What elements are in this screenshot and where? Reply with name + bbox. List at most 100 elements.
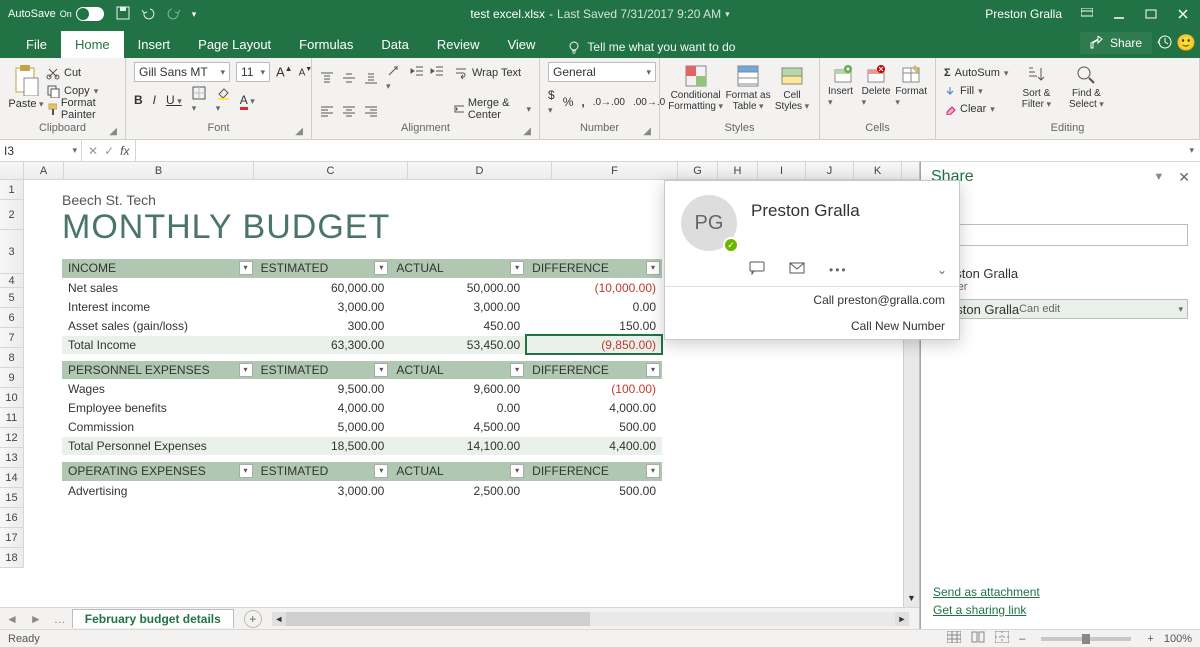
tab-page-layout[interactable]: Page Layout (184, 31, 285, 58)
column-header-J[interactable]: J (806, 162, 854, 179)
increase-indent-icon[interactable] (430, 64, 444, 78)
close-icon[interactable] (1176, 7, 1190, 21)
cut-button[interactable]: Cut (46, 64, 117, 82)
tell-me-search[interactable]: Tell me what you want to do (561, 36, 741, 58)
chat-icon[interactable] (749, 261, 765, 278)
row-header-9[interactable]: 9 (0, 368, 24, 388)
align-center-icon[interactable] (342, 104, 356, 118)
table-row[interactable]: Wages9,500.009,600.00(100.00) (62, 380, 662, 399)
number-format-select[interactable]: General (548, 62, 656, 82)
row-headers[interactable]: 123456789101112131415161718 (0, 180, 24, 568)
autosave-switch-icon[interactable] (76, 7, 104, 21)
filter-button-icon[interactable]: ▾ (510, 363, 524, 377)
tab-data[interactable]: Data (367, 31, 422, 58)
tab-insert[interactable]: Insert (124, 31, 185, 58)
sheet-tab-active[interactable]: February budget details (72, 609, 234, 628)
paste-button[interactable]: Paste (8, 62, 44, 110)
format-cells-button[interactable]: Format (895, 62, 927, 108)
share-person[interactable]: Preston GrallaCan edit (933, 299, 1188, 319)
cancel-formula-icon[interactable]: ✕ (88, 144, 98, 158)
align-top-icon[interactable] (320, 71, 334, 85)
share-link-send-as-attachment[interactable]: Send as attachment (933, 585, 1188, 599)
more-actions-icon[interactable]: ••• (829, 263, 848, 277)
redo-icon[interactable] (166, 6, 182, 23)
table-row[interactable]: Interest income3,000.003,000.000.00 (62, 297, 662, 316)
delete-cells-button[interactable]: Delete (862, 62, 892, 108)
column-header[interactable]: DIFFERENCE▾ (526, 462, 662, 481)
autosum-button[interactable]: ΣAutoSum (944, 64, 1008, 82)
column-header[interactable]: ESTIMATED▾ (255, 259, 391, 278)
history-icon[interactable] (1156, 34, 1172, 53)
horizontal-scrollbar[interactable]: ◄ ► (272, 612, 909, 626)
row-header-16[interactable]: 16 (0, 508, 24, 528)
comma-format-icon[interactable]: , (581, 95, 584, 109)
sheet-nav-more-icon[interactable]: … (48, 612, 72, 626)
row-header-3[interactable]: 3 (0, 230, 24, 274)
row-header-8[interactable]: 8 (0, 348, 24, 368)
zoom-in-icon[interactable]: + (1147, 633, 1153, 645)
sheet-nav-prev-icon[interactable]: ◄ (0, 612, 24, 626)
share-pane-caret-icon[interactable]: ▼ (1153, 171, 1164, 183)
filter-button-icon[interactable]: ▾ (374, 261, 388, 275)
invite-people-input[interactable] (933, 224, 1188, 246)
sheet-nav-next-icon[interactable]: ► (24, 612, 48, 626)
tab-home[interactable]: Home (61, 31, 124, 58)
new-sheet-button[interactable]: + (244, 610, 262, 628)
column-header[interactable]: ESTIMATED▾ (255, 361, 391, 380)
filter-button-icon[interactable]: ▾ (374, 363, 388, 377)
borders-button[interactable] (192, 86, 206, 114)
tab-view[interactable]: View (493, 31, 549, 58)
fx-icon[interactable]: fx (120, 144, 129, 158)
font-family-select[interactable]: Gill Sans MT (134, 62, 230, 82)
row-header-10[interactable]: 10 (0, 388, 24, 408)
column-header-H[interactable]: H (718, 162, 758, 179)
increase-decimal-icon[interactable]: .0→.00 (593, 97, 625, 108)
column-header[interactable]: DIFFERENCE▾ (526, 259, 662, 278)
row-header-2[interactable]: 2 (0, 200, 24, 230)
alignment-launcher-icon[interactable]: ◢ (523, 126, 531, 137)
vscroll-down-icon[interactable]: ▼ (904, 593, 919, 607)
filter-button-icon[interactable]: ▾ (646, 464, 660, 478)
share-person[interactable]: Preston GrallaOwner (933, 260, 1188, 299)
orientation-icon[interactable] (386, 64, 400, 92)
row-header-14[interactable]: 14 (0, 468, 24, 488)
contact-menu-item[interactable]: Call preston@gralla.com (665, 287, 959, 313)
column-header-D[interactable]: D (408, 162, 552, 179)
formula-input[interactable] (136, 140, 1200, 161)
column-header[interactable]: OPERATING EXPENSES▾ (62, 462, 255, 481)
font-launcher-icon[interactable]: ◢ (295, 126, 303, 137)
tab-formulas[interactable]: Formulas (285, 31, 367, 58)
share-pane-close-icon[interactable]: ✕ (1178, 169, 1190, 186)
percent-format-icon[interactable]: % (563, 95, 574, 109)
cell-styles-button[interactable]: Cell Styles (773, 62, 811, 112)
align-middle-icon[interactable] (342, 71, 356, 85)
insert-cells-button[interactable]: Insert (828, 62, 858, 108)
minimize-icon[interactable] (1112, 7, 1126, 21)
column-header-G[interactable]: G (678, 162, 718, 179)
row-header-15[interactable]: 15 (0, 488, 24, 508)
filter-button-icon[interactable]: ▾ (510, 464, 524, 478)
hscroll-thumb[interactable] (272, 612, 591, 626)
column-header-C[interactable]: C (254, 162, 408, 179)
row-header-5[interactable]: 5 (0, 288, 24, 308)
table-row[interactable]: Net sales60,000.0050,000.00(10,000.00) (62, 278, 662, 297)
mail-icon[interactable] (789, 262, 805, 277)
clipboard-launcher-icon[interactable]: ◢ (109, 126, 117, 137)
hscroll-right-icon[interactable]: ► (895, 612, 909, 626)
wrap-text-button[interactable]: Wrap Text (454, 64, 531, 82)
row-header-17[interactable]: 17 (0, 528, 24, 548)
font-size-select[interactable]: 11 (236, 62, 270, 82)
table-total-row[interactable]: Total Personnel Expenses18,500.0014,100.… (62, 437, 662, 456)
row-header-6[interactable]: 6 (0, 308, 24, 328)
share-link-get-a-sharing-link[interactable]: Get a sharing link (933, 603, 1188, 617)
merge-center-button[interactable]: Merge & Center (454, 100, 531, 118)
title-caret-icon[interactable]: ▾ (725, 9, 730, 20)
filter-button-icon[interactable]: ▾ (239, 464, 253, 478)
maximize-icon[interactable] (1144, 7, 1158, 21)
save-icon[interactable] (116, 6, 130, 23)
column-header[interactable]: INCOME▾ (62, 259, 255, 278)
row-header-13[interactable]: 13 (0, 448, 24, 468)
table-row[interactable]: Asset sales (gain/loss)300.00450.00150.0… (62, 316, 662, 335)
filter-button-icon[interactable]: ▾ (646, 363, 660, 377)
grow-font-icon[interactable]: A▲ (276, 64, 293, 79)
